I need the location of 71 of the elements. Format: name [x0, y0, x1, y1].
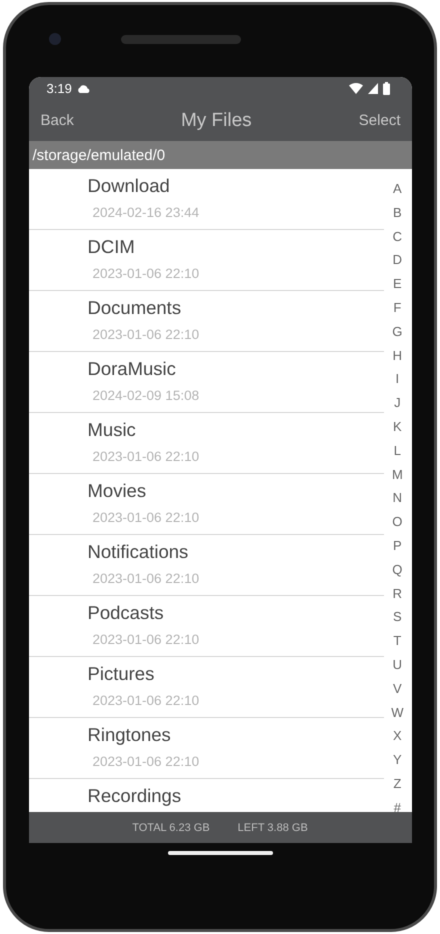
index-letter[interactable]: L — [394, 438, 401, 463]
index-letter[interactable]: K — [393, 414, 402, 439]
folder-row[interactable]: Music 2023-01-06 22:10 — [28, 413, 384, 474]
index-letter[interactable]: F — [393, 296, 402, 320]
index-letter[interactable]: J — [394, 391, 401, 415]
wifi-icon — [348, 83, 362, 94]
index-letter[interactable]: R — [392, 582, 402, 606]
index-letter[interactable]: M — [392, 462, 403, 486]
index-letter[interactable]: H — [392, 344, 402, 368]
folder-row[interactable]: Notifications 2023-01-06 22:10 — [28, 535, 384, 596]
index-letter[interactable]: Y — [393, 748, 402, 772]
folder-name: DoraMusic — [88, 358, 176, 380]
folder-name: Movies — [88, 480, 146, 502]
select-button[interactable]: Select — [358, 112, 400, 129]
folder-name: Recordings — [88, 785, 182, 807]
folder-date: 2023-01-06 22:10 — [92, 266, 200, 281]
folder-name: Ringtones — [88, 724, 171, 746]
index-letter[interactable]: C — [392, 224, 402, 248]
home-indicator[interactable] — [168, 851, 272, 855]
index-letter[interactable]: B — [393, 200, 402, 225]
folder-date: 2024-02-09 15:08 — [92, 388, 200, 403]
folder-date: 2023-01-06 22:10 — [92, 693, 200, 708]
index-letter[interactable]: S — [393, 605, 402, 630]
folder-name: DCIM — [88, 236, 135, 258]
index-letter[interactable]: P — [393, 534, 402, 558]
folder-date: 2024-02-16 23:44 — [92, 205, 200, 220]
folder-row[interactable]: DCIM 2023-01-06 22:10 — [28, 230, 384, 291]
folder-date: 2023-01-06 22:10 — [92, 632, 200, 647]
folder-name: Documents — [88, 297, 182, 319]
index-letter[interactable]: V — [393, 676, 402, 701]
index-letter[interactable]: E — [393, 272, 402, 296]
folder-row[interactable]: Ringtones 2023-01-06 22:10 — [28, 718, 384, 779]
folder-name: Pictures — [88, 663, 154, 685]
folder-row[interactable]: Podcasts 2023-01-06 22:10 — [28, 596, 384, 657]
index-letter[interactable]: Q — [392, 558, 402, 582]
cloud-icon — [76, 84, 90, 92]
index-letter[interactable]: O — [392, 510, 402, 534]
status-time: 3:19 — [46, 81, 72, 96]
folder-row[interactable]: Movies 2023-01-06 22:10 — [28, 474, 384, 535]
battery-icon — [382, 82, 390, 95]
index-letter[interactable]: X — [393, 724, 402, 748]
index-letter[interactable]: T — [393, 629, 402, 653]
index-letter[interactable]: N — [392, 486, 402, 510]
camera-icon — [49, 33, 61, 45]
index-letter[interactable]: D — [392, 248, 402, 272]
folder-name: Download — [88, 175, 170, 197]
index-letter[interactable]: A — [393, 177, 402, 201]
folder-row[interactable]: Pictures 2023-01-06 22:10 — [28, 657, 384, 718]
index-letter[interactable]: # — [394, 796, 401, 812]
folder-date: 2023-01-06 22:10 — [92, 327, 200, 342]
path-bar: /storage/emulated/0 — [28, 141, 412, 169]
folder-date: 2023-01-06 22:10 — [92, 754, 200, 769]
folder-row[interactable]: Download 2024-02-16 23:44 — [28, 169, 384, 230]
back-button[interactable]: Back — [40, 112, 74, 129]
folder-name: Music — [88, 419, 136, 441]
screen-title: My Files — [180, 110, 253, 132]
folder-name: Podcasts — [88, 602, 164, 624]
index-letter[interactable]: U — [392, 652, 402, 677]
index-letter[interactable]: G — [392, 320, 402, 344]
index-letter[interactable]: Z — [393, 772, 402, 796]
folder-name: Notifications — [88, 541, 188, 563]
folder-date: 2023-01-06 22:10 — [92, 571, 200, 586]
free-storage: LEFT 3.88 GB — [238, 822, 308, 834]
signal-icon — [368, 83, 378, 94]
total-storage: TOTAL 6.23 GB — [132, 822, 210, 834]
index-letter[interactable]: I — [396, 367, 400, 392]
folder-row[interactable]: DoraMusic 2024-02-09 15:08 — [28, 352, 384, 413]
folder-date: 2023-01-06 22:10 — [92, 510, 200, 525]
folder-date: 2023-01-06 22:10 — [92, 449, 200, 464]
index-letter[interactable]: W — [391, 700, 404, 724]
folder-row[interactable]: Documents 2023-01-06 22:10 — [28, 291, 384, 352]
